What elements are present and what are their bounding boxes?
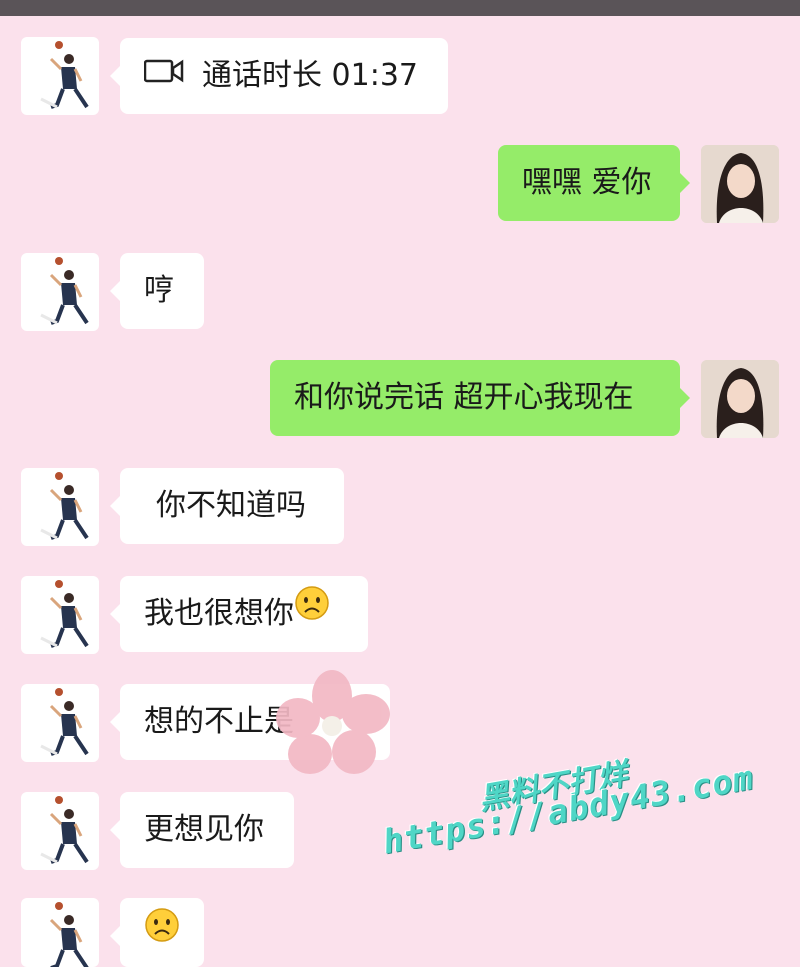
contact-avatar[interactable] [21, 684, 99, 762]
incoming-message-bubble[interactable] [110, 896, 204, 967]
message-row: 通话时长 01:37 [0, 37, 800, 117]
message-row: 想的不止是 [0, 684, 800, 764]
outgoing-message-bubble[interactable]: 和你说完话 超开心我现在 [270, 360, 690, 436]
contact-avatar[interactable] [21, 576, 99, 654]
incoming-message-bubble[interactable]: 我也很想你 [110, 574, 368, 652]
message-text: 通话时长 01:37 [202, 58, 418, 93]
incoming-message-bubble[interactable]: 更想见你 [110, 792, 294, 868]
watermark: 黑料不打烊 https://abdy43.com [380, 757, 780, 885]
contact-avatar[interactable] [21, 468, 99, 546]
status-bar [0, 0, 800, 16]
message-text: 更想见你 [144, 812, 264, 847]
incoming-message-bubble[interactable]: 哼 [110, 253, 204, 329]
incoming-message-bubble[interactable]: 你不知道吗 [110, 468, 344, 544]
message-text: 你不知道吗 [156, 488, 306, 523]
message-text: 嘿嘿 爱你 [522, 165, 652, 200]
user-avatar[interactable] [701, 360, 779, 438]
message-row: 你不知道吗 [0, 468, 800, 548]
sad-face-emoji [144, 896, 180, 967]
video-call-icon [143, 36, 184, 112]
flower-sticker [270, 668, 400, 778]
contact-avatar[interactable] [21, 253, 99, 331]
message-row: 我也很想你 [0, 576, 800, 656]
message-row: 哼 [0, 253, 800, 333]
message-row: 和你说完话 超开心我现在 [0, 360, 800, 440]
message-text: 和你说完话 超开心我现在 [294, 380, 634, 415]
message-row [0, 898, 800, 967]
message-row: 嘿嘿 爱你 [0, 145, 800, 225]
contact-avatar[interactable] [21, 898, 99, 967]
outgoing-message-bubble[interactable]: 嘿嘿 爱你 [498, 145, 690, 221]
contact-avatar[interactable] [21, 792, 99, 870]
message-text: 我也很想你 [144, 596, 294, 631]
contact-avatar[interactable] [21, 37, 99, 115]
user-avatar[interactable] [701, 145, 779, 223]
call-duration-bubble[interactable]: 通话时长 01:37 [110, 36, 448, 114]
message-text: 哼 [144, 273, 174, 308]
sad-face-emoji [294, 574, 330, 650]
